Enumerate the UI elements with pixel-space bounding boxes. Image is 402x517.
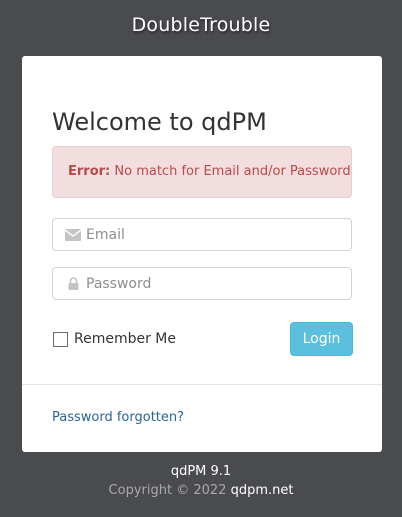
email-field	[52, 218, 352, 251]
remember-me-label: Remember Me	[74, 331, 176, 347]
remember-me[interactable]: Remember Me	[53, 329, 176, 349]
login-card: Welcome to qdPM Error: No match for Emai…	[22, 56, 382, 452]
error-alert: Error: No match for Email and/or Passwor…	[52, 146, 352, 198]
password-forgotten-link[interactable]: Password forgotten?	[52, 410, 184, 425]
email-input[interactable]	[86, 219, 341, 250]
divider	[22, 384, 382, 385]
remember-me-checkbox[interactable]	[53, 331, 68, 347]
footer-copyright: Copyright © 2022 qdpm.net	[0, 483, 402, 498]
lock-icon	[63, 268, 83, 299]
qdpm-link[interactable]: qdpm.net	[231, 483, 294, 498]
envelope-icon	[63, 219, 83, 250]
login-button[interactable]: Login	[290, 322, 353, 356]
error-message: No match for Email and/or Password	[114, 164, 351, 179]
error-label: Error:	[68, 164, 111, 179]
password-field	[52, 267, 352, 300]
page-title: Welcome to qdPM	[52, 108, 267, 137]
password-input[interactable]	[86, 268, 341, 299]
brand-title: DoubleTrouble	[131, 14, 271, 36]
footer-version: qdPM 9.1	[170, 464, 232, 479]
copyright-text: Copyright © 2022	[108, 483, 227, 498]
